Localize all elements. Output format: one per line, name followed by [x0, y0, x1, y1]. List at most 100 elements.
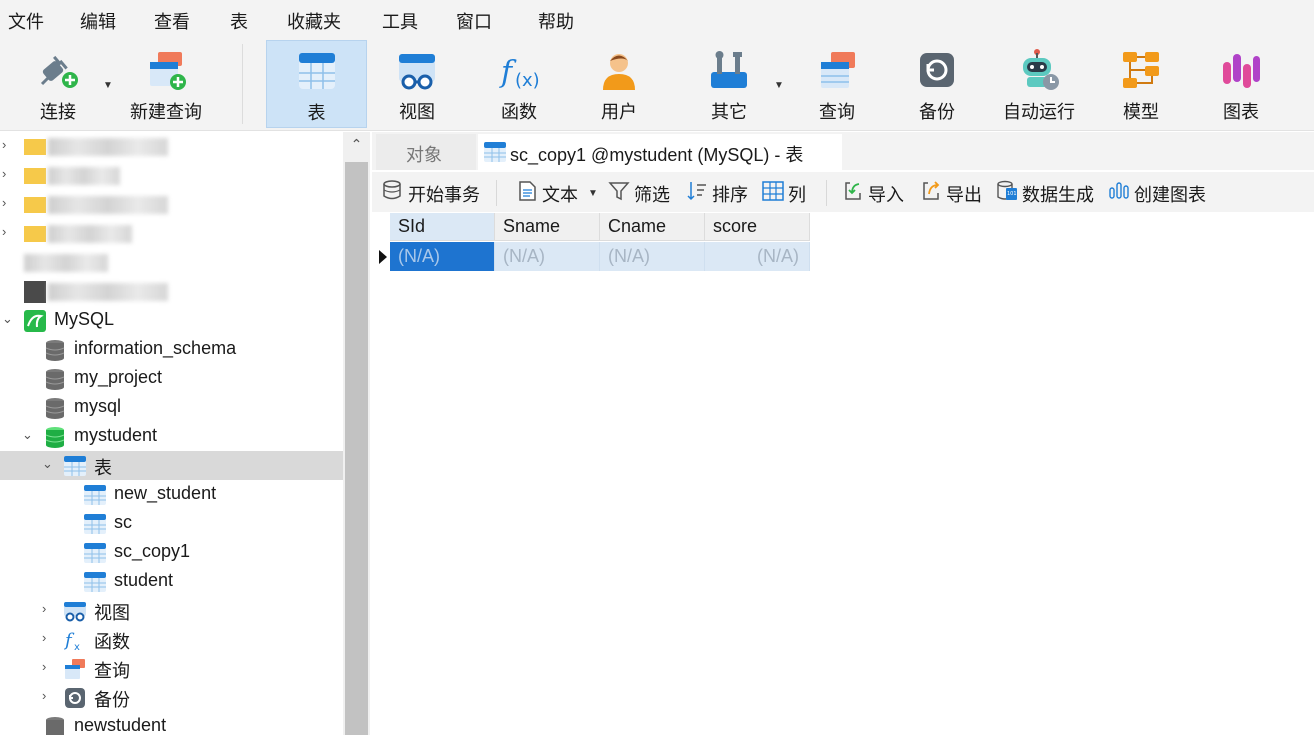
tab-objects[interactable]: 对象 — [376, 134, 476, 170]
scrollbar-thumb[interactable] — [345, 162, 368, 735]
chart-label: 图表 — [1223, 102, 1259, 122]
connect-label: 连接 — [40, 102, 76, 122]
menu-bar: 文件 编辑 查看 表 收藏夹 工具 窗口 帮助 — [0, 0, 1314, 40]
tree-row-backups-folder[interactable]: › 备份 — [0, 683, 343, 712]
tree-label: sc_copy1 — [114, 541, 191, 561]
table-icon — [298, 53, 335, 89]
tree-row-hidden-connection[interactable]: › — [0, 219, 343, 248]
chevron-right-icon[interactable]: › — [2, 167, 16, 181]
import-label: 导入 — [868, 185, 904, 205]
text-label: 文本 — [542, 185, 578, 205]
tree-row-table[interactable]: sc_copy1 — [0, 538, 343, 567]
document-text-icon — [519, 181, 536, 201]
menu-table[interactable]: 表 — [230, 8, 248, 34]
view-icon — [64, 602, 86, 622]
chevron-right-icon[interactable]: › — [42, 689, 56, 703]
column-header-score[interactable]: score — [705, 213, 810, 241]
grid-cell-score[interactable]: (N/A) — [705, 242, 810, 271]
function-label: 函数 — [501, 102, 537, 122]
database-icon — [46, 717, 64, 735]
menu-file[interactable]: 文件 — [8, 8, 44, 34]
connect-dropdown-icon[interactable]: ▼ — [103, 80, 113, 91]
tree-row-hidden-connection[interactable] — [0, 248, 343, 277]
tree-row-mysql-connection[interactable]: ⌄ MySQL — [0, 306, 343, 335]
plug-icon — [40, 55, 78, 88]
model-button[interactable]: 模型 — [1094, 40, 1188, 128]
menu-tools[interactable]: 工具 — [382, 8, 418, 34]
database-open-icon — [45, 427, 65, 448]
tree-row-hidden-connection[interactable]: › — [0, 132, 343, 161]
tree-row-tables-folder[interactable]: ⌄ 表 — [0, 451, 343, 480]
view-button[interactable]: 视图 — [370, 40, 464, 128]
tab-bar: 对象 sc_copy1 @mystudent (MySQL) - 表 — [372, 132, 1314, 170]
tree-row-table[interactable]: new_student — [0, 480, 343, 509]
menu-view[interactable]: 查看 — [154, 8, 190, 34]
query-icon — [65, 659, 85, 679]
content-area: 对象 sc_copy1 @mystudent (MySQL) - 表 开始事务 — [372, 132, 1314, 735]
column-header-label: Cname — [608, 216, 667, 236]
chevron-down-icon[interactable]: ⌄ — [22, 428, 36, 442]
column-header-label: Sname — [503, 216, 561, 236]
tree-row-database-open[interactable]: ⌄ mystudent — [0, 422, 343, 451]
chart-button[interactable]: 图表 — [1194, 40, 1288, 128]
grid-cell-sname[interactable]: (N/A) — [495, 242, 600, 271]
database-icon — [45, 340, 65, 361]
chevron-right-icon[interactable]: › — [2, 225, 16, 239]
columns-grid-icon — [762, 181, 784, 201]
function-button[interactable]: f (x) 函数 — [472, 40, 566, 128]
query-button[interactable]: 查询 — [790, 40, 884, 128]
column-header-sid[interactable]: SId — [390, 213, 495, 241]
redacted-text — [48, 167, 120, 185]
other-button[interactable]: 其它 — [682, 40, 776, 128]
other-dropdown-icon[interactable]: ▼ — [774, 80, 784, 91]
chevron-down-icon[interactable]: ⌄ — [42, 457, 56, 471]
backup-button[interactable]: 备份 — [890, 40, 984, 128]
tree-row-views-folder[interactable]: › 视图 — [0, 596, 343, 625]
redacted-text — [48, 138, 168, 156]
tab-table-sc-copy1[interactable]: sc_copy1 @mystudent (MySQL) - 表 — [478, 134, 842, 170]
chevron-down-icon[interactable]: ⌄ — [2, 312, 16, 326]
column-header-cname[interactable]: Cname — [600, 213, 705, 241]
table-icon — [64, 456, 86, 476]
column-header-sname[interactable]: Sname — [495, 213, 600, 241]
grid-corner — [374, 213, 390, 241]
menu-help[interactable]: 帮助 — [538, 8, 574, 34]
menu-edit[interactable]: 编辑 — [80, 8, 116, 34]
redacted-text — [24, 254, 108, 272]
tree-row-hidden-connection[interactable] — [0, 277, 343, 306]
chevron-up-icon[interactable]: ⌃ — [343, 136, 370, 156]
tree-row-functions-folder[interactable]: › f x 函数 — [0, 625, 343, 654]
sidebar-scrollbar[interactable]: ⌃ — [343, 132, 370, 735]
text-dropdown-icon[interactable]: ▼ — [588, 188, 598, 199]
tree-label: sc — [114, 512, 132, 532]
tree-label: student — [114, 570, 174, 590]
svg-text:x: x — [74, 642, 80, 651]
new-query-button[interactable]: 新建查询 — [124, 40, 208, 128]
connect-button[interactable]: 连接 — [18, 40, 98, 128]
tree-row-hidden-connection[interactable]: › — [0, 190, 343, 219]
chevron-right-icon[interactable]: › — [42, 602, 56, 616]
model-icon — [1123, 52, 1159, 88]
column-header-label: SId — [398, 216, 426, 236]
grid-cell-sid[interactable]: (N/A) — [390, 242, 495, 271]
chevron-right-icon[interactable]: › — [42, 660, 56, 674]
tree-row-table[interactable]: student — [0, 567, 343, 596]
tree-row-database[interactable]: information_schema — [0, 335, 343, 364]
tree-row-hidden-connection[interactable]: › — [0, 161, 343, 190]
grid-cell-cname[interactable]: (N/A) — [600, 242, 705, 271]
menu-favorites[interactable]: 收藏夹 — [287, 8, 341, 34]
automation-button[interactable]: 自动运行 — [996, 40, 1082, 128]
tree-row-database[interactable]: newstudent — [0, 712, 343, 735]
tree-label: new_student — [114, 483, 217, 503]
user-button[interactable]: 用户 — [572, 40, 666, 128]
chevron-right-icon[interactable]: › — [2, 196, 16, 210]
tree-row-database[interactable]: my_project — [0, 364, 343, 393]
tree-row-database[interactable]: mysql — [0, 393, 343, 422]
chevron-right-icon[interactable]: › — [42, 631, 56, 645]
tree-row-queries-folder[interactable]: › 查询 — [0, 654, 343, 683]
chevron-right-icon[interactable]: › — [2, 138, 16, 152]
new-query-icon — [150, 52, 186, 90]
menu-window[interactable]: 窗口 — [456, 8, 492, 34]
tree-row-table[interactable]: sc — [0, 509, 343, 538]
table-button[interactable]: 表 — [266, 40, 367, 128]
